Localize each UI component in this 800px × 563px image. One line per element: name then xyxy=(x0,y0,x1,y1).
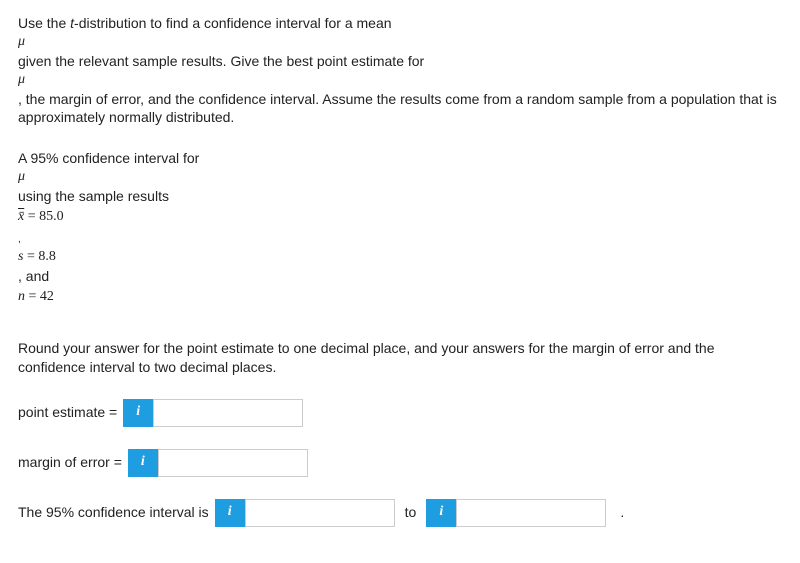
point-estimate-row: point estimate = i xyxy=(18,399,782,427)
using-text: using the sample results xyxy=(18,187,782,206)
margin-error-input[interactable] xyxy=(158,449,308,477)
ci-lower-input[interactable] xyxy=(245,499,395,527)
info-glyph: i xyxy=(141,453,145,472)
s-value: = 8.8 xyxy=(23,249,55,264)
and-text: , and xyxy=(18,267,782,286)
mu-symbol-2: μ xyxy=(18,71,782,90)
period-label: . xyxy=(620,503,624,522)
point-estimate-label: point estimate = xyxy=(18,403,117,422)
info-icon[interactable]: i xyxy=(123,399,153,427)
info-glyph: i xyxy=(439,503,443,522)
info-glyph: i xyxy=(136,403,140,422)
intro-line-1: Use the t-distribution to find a confide… xyxy=(18,14,782,33)
ci-upper-input[interactable] xyxy=(456,499,606,527)
margin-error-label: margin of error = xyxy=(18,453,122,472)
info-icon[interactable]: i xyxy=(128,449,158,477)
intro-line-3: , the margin of error, and the confidenc… xyxy=(18,90,782,128)
xbar-value: = 85.0 xyxy=(24,209,63,224)
info-icon[interactable]: i xyxy=(426,499,456,527)
intro-line-2: given the relevant sample results. Give … xyxy=(18,52,782,71)
confidence-interval-row: The 95% confidence interval is i to i . xyxy=(18,499,782,527)
n-symbol: n xyxy=(18,289,25,304)
mu-symbol-3: μ xyxy=(18,168,782,187)
ci-heading: A 95% confidence interval for xyxy=(18,149,782,168)
to-label: to xyxy=(405,503,417,522)
intro-text-b: -distribution to find a confidence inter… xyxy=(74,15,392,31)
mu-symbol-1: μ xyxy=(18,33,782,52)
n-line: n = 42 xyxy=(18,286,782,307)
xbar-line: x̄ = 85.0 xyxy=(18,206,782,227)
info-glyph: i xyxy=(228,503,232,522)
margin-error-row: margin of error = i xyxy=(18,449,782,477)
rounding-instructions: Round your answer for the point estimate… xyxy=(18,339,782,377)
comma-line: , xyxy=(18,233,782,247)
intro-text-a: Use the xyxy=(18,15,70,31)
n-value: = 42 xyxy=(25,289,54,304)
ci-prefix-label: The 95% confidence interval is xyxy=(18,503,209,522)
s-line: s = 8.8 xyxy=(18,246,782,267)
info-icon[interactable]: i xyxy=(215,499,245,527)
point-estimate-input[interactable] xyxy=(153,399,303,427)
